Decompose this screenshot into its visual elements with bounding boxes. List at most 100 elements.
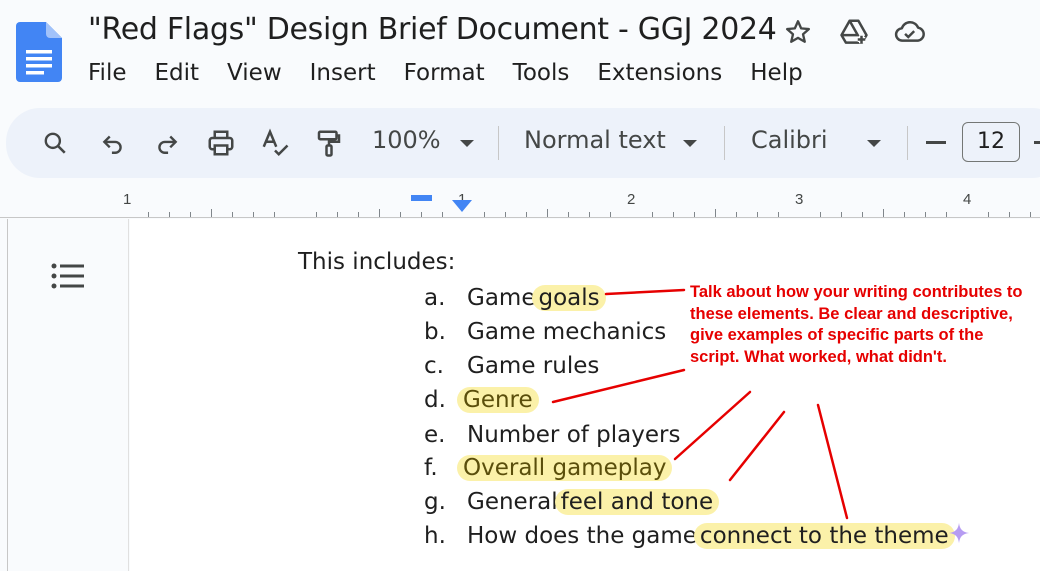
list-item: e. Number of players (424, 418, 680, 452)
list-item: c. Game rules (424, 349, 599, 383)
spellcheck-icon[interactable] (254, 122, 296, 164)
ruler-label: 3 (795, 191, 804, 208)
menu-bar: File Edit View Insert Format Tools Exten… (74, 58, 817, 88)
ruler-tick (757, 212, 758, 217)
move-to-drive-icon[interactable] (838, 16, 870, 48)
toolbar-divider (724, 126, 725, 160)
menu-insert[interactable]: Insert (296, 58, 390, 88)
cloud-status-icon[interactable] (894, 16, 926, 48)
list-item-text: How does the game (467, 523, 697, 549)
font-caret-icon[interactable] (867, 140, 881, 147)
document-title[interactable]: "Red Flags" Design Brief Document - GGJ … (88, 12, 777, 47)
ruler-tick (820, 212, 821, 217)
decrease-font-size-icon[interactable] (926, 141, 946, 144)
list-letter: h. (424, 523, 446, 549)
list-item-text: Game (467, 285, 536, 311)
ruler-tick (904, 212, 905, 217)
ruler-tick (1030, 212, 1031, 217)
ruler-tick (253, 212, 254, 217)
ruler-tick (505, 212, 506, 217)
toolbar: 100% Normal text Calibri (6, 108, 1040, 178)
ruler-tick (736, 212, 737, 217)
menu-format[interactable]: Format (390, 58, 499, 88)
ruler-tick (862, 212, 863, 217)
ruler-tick (316, 212, 317, 217)
print-icon[interactable] (200, 122, 242, 164)
ruler-tick (190, 212, 191, 217)
paint-format-icon[interactable] (308, 122, 350, 164)
style-caret-icon[interactable] (683, 140, 697, 147)
zoom-select[interactable]: 100% (372, 126, 441, 154)
menu-tools[interactable]: Tools (499, 58, 584, 88)
intro-text: This includes: (298, 249, 456, 275)
star-icon[interactable] (782, 16, 814, 48)
list-item-text: Game rules (467, 353, 600, 379)
font-select[interactable]: Calibri (751, 126, 828, 154)
horizontal-ruler[interactable]: 1 1 2 3 4 (0, 178, 1040, 218)
ruler-tick (715, 209, 716, 217)
ruler-tick (169, 212, 170, 217)
ruler-tick (358, 212, 359, 217)
ruler-tick (568, 212, 569, 217)
list-item-text: Number of players (467, 422, 681, 448)
highlighted-text: feel and tone (554, 489, 720, 515)
sparkle-icon[interactable] (948, 522, 970, 544)
ruler-tick (379, 209, 380, 217)
vertical-ruler[interactable] (0, 219, 8, 571)
first-line-indent-handle[interactable] (411, 195, 432, 201)
document-outline-icon[interactable] (50, 262, 86, 292)
ruler-tick (946, 212, 947, 217)
list-item: b. Game mechanics (424, 315, 666, 349)
menu-help[interactable]: Help (736, 58, 816, 88)
menu-file[interactable]: File (74, 58, 141, 88)
highlighted-text: Overall gameplay (457, 455, 673, 481)
increase-font-size-icon[interactable] (1034, 141, 1040, 144)
menu-edit[interactable]: Edit (141, 58, 214, 88)
ruler-tick (778, 212, 779, 217)
ruler-tick (211, 209, 212, 217)
toolbar-divider (498, 126, 499, 160)
docs-logo-icon[interactable] (16, 22, 62, 82)
list-letter: c. (424, 353, 444, 379)
list-letter: e. (424, 422, 446, 448)
ruler-label: 1 (123, 191, 132, 208)
ruler-tick (652, 212, 653, 217)
ruler-tick (841, 212, 842, 217)
ruler-tick (337, 212, 338, 217)
annotation-comment: Talk about how your writing contributes … (690, 283, 1023, 366)
list-item-text: Game mechanics (467, 319, 667, 345)
menu-view[interactable]: View (213, 58, 296, 88)
search-icon[interactable] (34, 122, 76, 164)
ruler-tick (442, 212, 443, 217)
left-indent-handle[interactable] (452, 200, 472, 212)
ruler-tick (484, 212, 485, 217)
ruler-tick (925, 212, 926, 217)
list-item: d. Genre (424, 383, 539, 417)
ruler-label: 2 (627, 191, 636, 208)
ruler-tick (232, 212, 233, 217)
list-item: g. General feel and tone (424, 485, 720, 519)
ruler-tick (988, 212, 989, 217)
ruler-tick (400, 212, 401, 217)
highlighted-text: connect to the theme (693, 523, 955, 549)
paragraph-style-select[interactable]: Normal text (524, 126, 666, 154)
toolbar-divider (907, 126, 908, 160)
ruler-tick (883, 209, 884, 217)
ruler-tick (421, 212, 422, 217)
undo-icon[interactable] (92, 122, 134, 164)
ruler-tick (148, 212, 149, 217)
ruler-tick (274, 212, 275, 217)
ruler-tick (673, 212, 674, 217)
font-size-input[interactable]: 12 (962, 122, 1020, 162)
zoom-caret-icon[interactable] (460, 140, 474, 147)
list-letter: b. (424, 319, 446, 345)
highlighted-text: goals (532, 285, 606, 311)
menu-extensions[interactable]: Extensions (583, 58, 736, 88)
list-item: a. Game goals (424, 281, 606, 315)
ruler-tick (589, 212, 590, 217)
list-item: h. How does the game connect to the them… (424, 519, 955, 553)
ruler-tick (526, 212, 527, 217)
ruler-tick (610, 212, 611, 217)
redo-icon[interactable] (146, 122, 188, 164)
list-item: f. Overall gameplay (424, 451, 673, 485)
